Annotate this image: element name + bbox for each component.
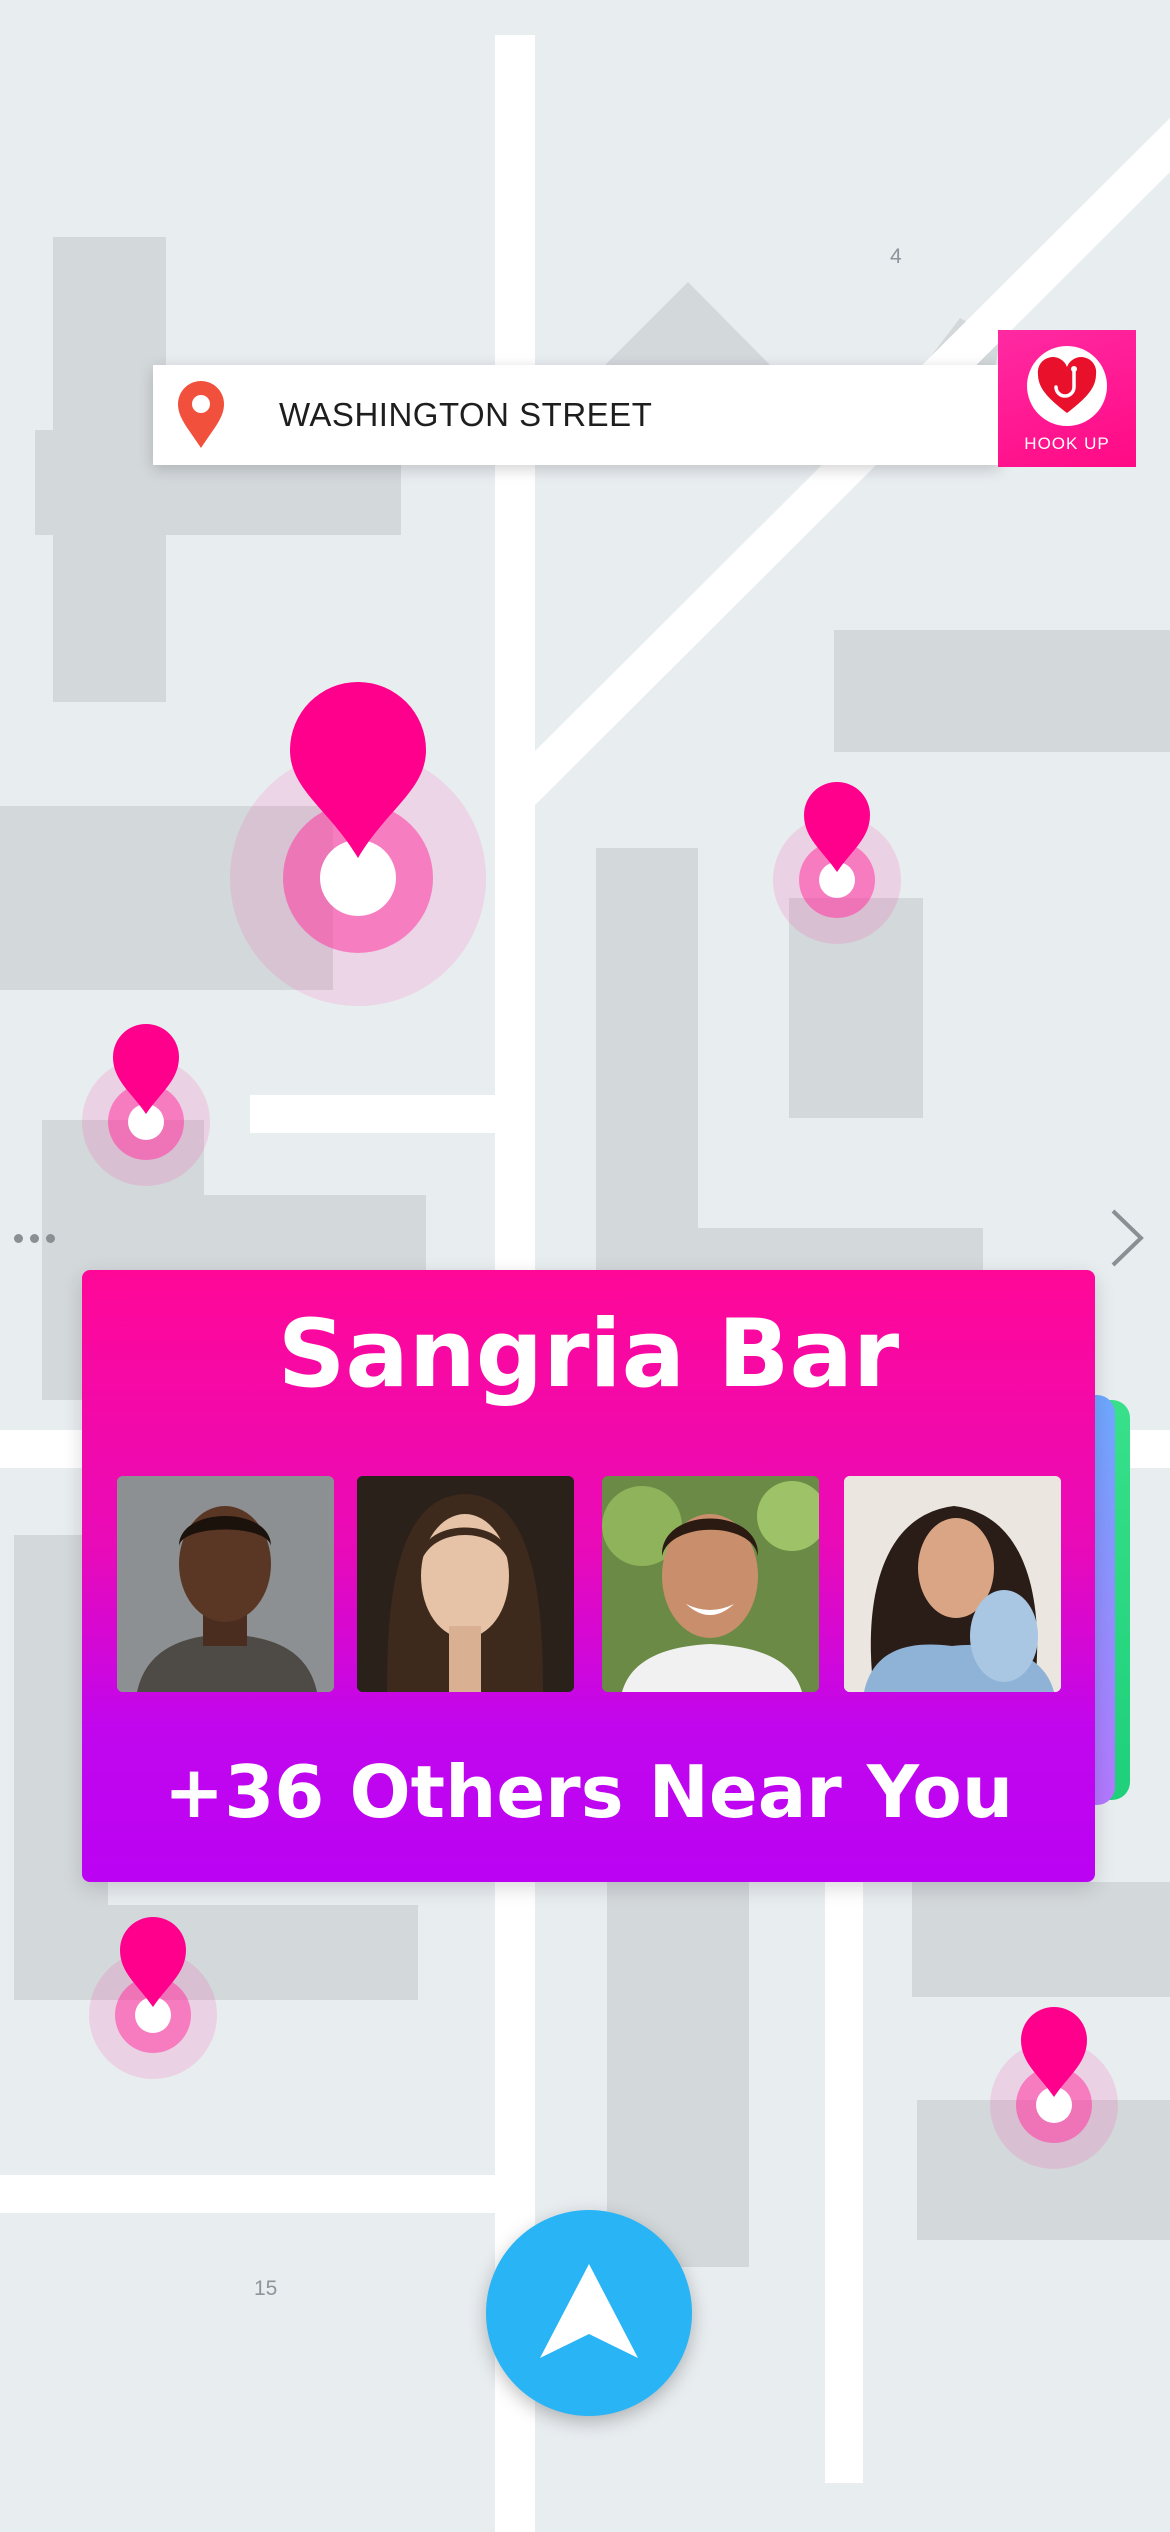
more-options-icon[interactable]	[14, 1228, 74, 1248]
street-name: WASHINGTON STREET	[279, 396, 653, 433]
profile-photo[interactable]	[602, 1476, 819, 1692]
map-pin[interactable]	[82, 1024, 210, 1186]
location-search-bar[interactable]: WASHINGTON STREET	[153, 365, 1000, 465]
navigate-button[interactable]	[486, 2210, 692, 2416]
others-near-you: +36 Others Near You	[163, 1750, 1014, 1834]
venue-card[interactable]: Sangria Bar +36 Others Near You	[82, 1270, 1095, 1882]
profile-photo[interactable]	[117, 1476, 334, 1692]
map-pin-large[interactable]	[230, 682, 486, 1006]
chevron-right-icon[interactable]	[1105, 1205, 1149, 1271]
profile-photo[interactable]	[357, 1476, 574, 1692]
map-pin[interactable]	[773, 782, 901, 944]
map-pin[interactable]	[89, 1917, 217, 2079]
navigation-arrow-icon	[540, 2264, 638, 2358]
profile-photo[interactable]	[844, 1476, 1061, 1692]
map-pin[interactable]	[990, 2007, 1118, 2169]
hook-up-logo[interactable]: HOOK UP	[998, 330, 1136, 467]
profile-photos	[117, 1476, 1061, 1692]
heart-hook-icon	[1027, 346, 1107, 426]
logo-text: HOOK UP	[1024, 434, 1110, 453]
location-pin-icon	[173, 379, 229, 451]
venue-name: Sangria Bar	[277, 1300, 900, 1409]
